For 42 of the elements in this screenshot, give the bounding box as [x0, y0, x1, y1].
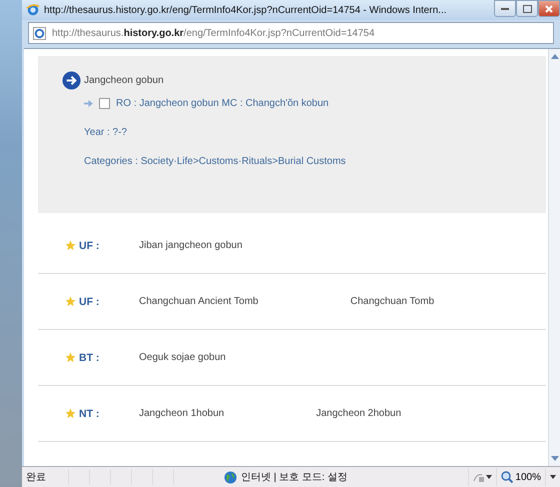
- star-icon: [65, 240, 76, 251]
- scroll-up-icon: [550, 53, 558, 59]
- window-title: http://thesaurus.history.go.kr/eng/TermInfo4Kor.jsp?nCurrentOid=14754 - Windows Intern...: [44, 4, 448, 16]
- maximize-button[interactable]: [516, 0, 538, 17]
- close-icon: [544, 4, 554, 14]
- relation-label: NT :: [79, 408, 100, 420]
- relation-label: UF :: [79, 296, 100, 308]
- caret-icon: [486, 475, 492, 479]
- scrollbar[interactable]: [548, 49, 560, 466]
- star-icon: [65, 352, 76, 363]
- arrow-circle-icon: [62, 71, 81, 90]
- term-title: Jangcheon gobun: [84, 75, 164, 86]
- year-text: Year : ?-?: [84, 127, 128, 138]
- zoom-button[interactable]: 100%: [496, 468, 545, 486]
- minimize-button[interactable]: [494, 0, 516, 17]
- page-icon: [33, 26, 46, 40]
- relation-term[interactable]: Jangcheon 2hobun: [316, 408, 402, 419]
- relation-term[interactable]: Jangcheon 1hobun: [139, 408, 224, 419]
- related-term[interactable]: RO : Jangcheon gobun MC : Changch'ŏn kobun: [116, 98, 329, 109]
- url-text: http://thesaurus.history.go.kr/eng/TermInfo4Kor.jsp?nCurrentOid=14754: [52, 28, 374, 38]
- relation-term[interactable]: Changchuan Ancient Tomb: [139, 296, 258, 307]
- globe-icon: [224, 470, 237, 484]
- categories-text: Categories : Society·Life>Customs·Rituals>Burial Customs: [84, 156, 347, 167]
- arrow-icon: [84, 100, 93, 107]
- maximize-icon: [522, 4, 532, 12]
- relation-term[interactable]: Oeguk sojae gobun: [139, 352, 226, 363]
- scroll-down-icon: [550, 456, 558, 462]
- star-icon: [65, 408, 76, 419]
- relation-label: UF :: [79, 240, 100, 252]
- address-bar[interactable]: http://thesaurus.history.go.kr/eng/TermInfo4Kor.jsp?nCurrentOid=14754: [28, 22, 554, 44]
- star-icon: [65, 296, 76, 307]
- close-button[interactable]: [538, 0, 560, 17]
- minimize-icon: [501, 8, 509, 10]
- relation-term[interactable]: Changchuan Tomb: [350, 296, 434, 307]
- zoom-icon: [501, 471, 514, 483]
- status-text: 완료: [25, 471, 47, 484]
- caret-icon: [550, 475, 556, 479]
- security-zone-text: 인터넷 | 보호 모드: 설정: [241, 471, 348, 484]
- relation-term[interactable]: Jiban jangcheon gobun: [139, 240, 242, 251]
- relation-label: BT :: [79, 352, 100, 364]
- browser-icon: [26, 3, 40, 17]
- checkbox[interactable]: [99, 98, 110, 109]
